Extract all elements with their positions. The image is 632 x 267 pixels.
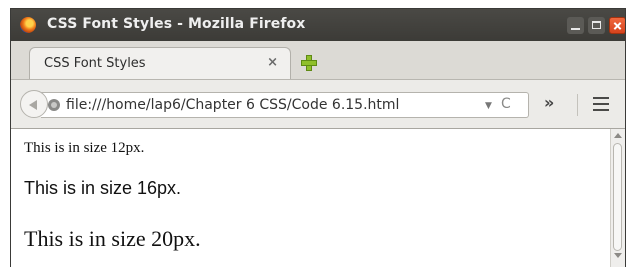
back-button[interactable] <box>20 90 48 118</box>
tab-bar: CSS Font Styles × <box>11 41 625 80</box>
globe-icon[interactable] <box>48 99 60 111</box>
scroll-up-arrow-icon[interactable] <box>614 133 622 138</box>
window-title: CSS Font Styles - Mozilla Firefox <box>47 16 306 32</box>
url-bar[interactable]: file:///home/lap6/Chapter 6 CSS/Code 6.1… <box>41 92 529 118</box>
browser-window: CSS Font Styles - Mozilla Firefox CSS Fo… <box>10 8 626 267</box>
title-bar[interactable]: CSS Font Styles - Mozilla Firefox <box>11 9 625 41</box>
text-size-16px: This is in size 16px. <box>24 178 182 198</box>
hamburger-menu-icon[interactable] <box>593 97 609 111</box>
close-window-button[interactable] <box>609 17 625 34</box>
vertical-scrollbar[interactable] <box>610 129 625 267</box>
firefox-logo-icon <box>20 17 36 33</box>
toolbar-separator <box>577 94 578 116</box>
toolbar-overflow-icon[interactable]: » <box>544 93 554 112</box>
tab-css-font-styles[interactable]: CSS Font Styles × <box>29 47 291 79</box>
new-tab-plus-icon[interactable] <box>301 55 317 71</box>
tab-label: CSS Font Styles <box>44 56 146 71</box>
navigation-toolbar: file:///home/lap6/Chapter 6 CSS/Code 6.1… <box>11 80 625 129</box>
scrollbar-thumb[interactable] <box>613 143 622 251</box>
tab-close-icon[interactable]: × <box>267 55 278 70</box>
maximize-button[interactable] <box>588 17 605 34</box>
minimize-button[interactable] <box>567 17 584 34</box>
text-size-20px: This is in size 20px. <box>24 226 201 251</box>
reload-icon[interactable]: C <box>501 96 511 112</box>
url-text[interactable]: file:///home/lap6/Chapter 6 CSS/Code 6.1… <box>66 97 399 113</box>
history-dropdown-icon[interactable]: ▼ <box>485 101 492 111</box>
text-size-12px: This is in size 12px. <box>24 140 145 156</box>
scroll-down-arrow-icon[interactable] <box>614 253 622 258</box>
page-content: This is in size 12px. This is in size 16… <box>11 129 625 267</box>
